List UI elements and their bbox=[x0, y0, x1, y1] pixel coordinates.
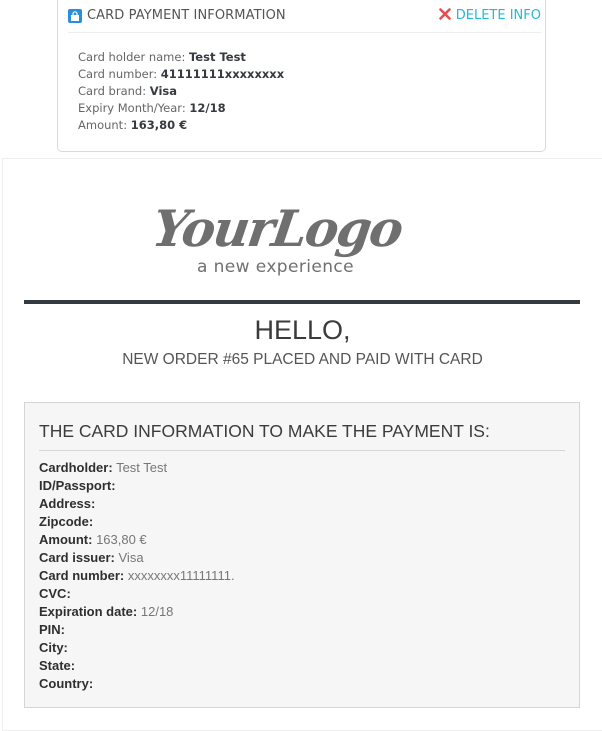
field-row: State: bbox=[39, 657, 235, 675]
panel-details: Card holder name: Test Test Card number:… bbox=[78, 49, 284, 134]
field-row: City: bbox=[39, 639, 235, 657]
field-value: 163,80 € bbox=[96, 532, 147, 547]
detail-value: Visa bbox=[149, 84, 178, 98]
card-info-fields: Cardholder: Test Test ID/Passport: Addre… bbox=[39, 459, 235, 693]
greeting: HELLO, bbox=[254, 315, 351, 345]
field-value: xxxxxxxx11111111. bbox=[127, 568, 235, 583]
detail-value: Test Test bbox=[188, 50, 246, 64]
field-label: Card number: bbox=[39, 568, 125, 583]
header-divider bbox=[24, 300, 580, 304]
detail-label: Card number: bbox=[78, 67, 158, 81]
field-value: Test Test bbox=[116, 460, 168, 475]
close-icon bbox=[438, 8, 451, 20]
detail-row: Card brand: Visa bbox=[78, 83, 284, 100]
field-label: Amount: bbox=[39, 532, 93, 547]
order-line: NEW ORDER #65 PLACED AND PAID WITH CARD bbox=[122, 351, 483, 368]
field-row: CVC: bbox=[39, 585, 235, 603]
detail-label: Expiry Month/Year: bbox=[78, 101, 186, 115]
email-preview: YourLogo a new experience HELLO, NEW ORD… bbox=[2, 158, 602, 731]
delete-info-label: DELETE INFO bbox=[455, 8, 541, 23]
logo: YourLogo a new experience bbox=[149, 199, 443, 281]
card-payment-panel: CARD PAYMENT INFORMATION DELETE INFO Car… bbox=[57, 0, 546, 152]
field-row: Card number: xxxxxxxx11111111. bbox=[39, 567, 235, 585]
logo-tagline: a new experience bbox=[197, 257, 354, 277]
field-row: Zipcode: bbox=[39, 513, 235, 531]
delete-info-button[interactable]: DELETE INFO bbox=[438, 8, 541, 23]
field-label: Zipcode: bbox=[39, 514, 94, 529]
field-row: Expiration date: 12/18 bbox=[39, 603, 235, 621]
field-label: ID/Passport: bbox=[39, 478, 116, 493]
panel-title: CARD PAYMENT INFORMATION bbox=[87, 8, 286, 23]
lock-icon bbox=[68, 9, 82, 23]
field-row: Amount: 163,80 € bbox=[39, 531, 235, 549]
panel-header: CARD PAYMENT INFORMATION DELETE INFO bbox=[68, 0, 541, 33]
field-label: City: bbox=[39, 640, 68, 655]
detail-row: Card number: 41111111xxxxxxxx bbox=[78, 66, 284, 83]
field-label: CVC: bbox=[39, 586, 71, 601]
card-info-title: THE CARD INFORMATION TO MAKE THE PAYMENT… bbox=[39, 421, 490, 441]
detail-value: 12/18 bbox=[189, 101, 226, 115]
detail-value: 163,80 € bbox=[130, 118, 188, 132]
field-row: Card issuer: Visa bbox=[39, 549, 235, 567]
detail-label: Amount: bbox=[78, 118, 128, 132]
detail-label: Card holder name: bbox=[78, 50, 186, 64]
field-row: Address: bbox=[39, 495, 235, 513]
detail-row: Amount: 163,80 € bbox=[78, 117, 284, 134]
logo-text: YourLogo bbox=[148, 199, 406, 258]
detail-value: 41111111xxxxxxxx bbox=[160, 67, 285, 81]
detail-row: Expiry Month/Year: 12/18 bbox=[78, 100, 284, 117]
card-info-box: THE CARD INFORMATION TO MAKE THE PAYMENT… bbox=[24, 402, 580, 708]
field-row: Country: bbox=[39, 675, 235, 693]
card-info-divider bbox=[39, 450, 565, 451]
field-label: PIN: bbox=[39, 622, 65, 637]
field-row: PIN: bbox=[39, 621, 235, 639]
field-value: 12/18 bbox=[140, 604, 174, 619]
field-label: State: bbox=[39, 658, 76, 673]
field-label: Expiration date: bbox=[39, 604, 138, 619]
detail-label: Card brand: bbox=[78, 84, 147, 98]
field-label: Cardholder: bbox=[39, 460, 113, 475]
field-label: Address: bbox=[39, 496, 96, 511]
field-row: ID/Passport: bbox=[39, 477, 235, 495]
field-label: Country: bbox=[39, 676, 94, 691]
field-value: Visa bbox=[118, 550, 144, 565]
field-row: Cardholder: Test Test bbox=[39, 459, 235, 477]
field-label: Card issuer: bbox=[39, 550, 115, 565]
detail-row: Card holder name: Test Test bbox=[78, 49, 284, 66]
